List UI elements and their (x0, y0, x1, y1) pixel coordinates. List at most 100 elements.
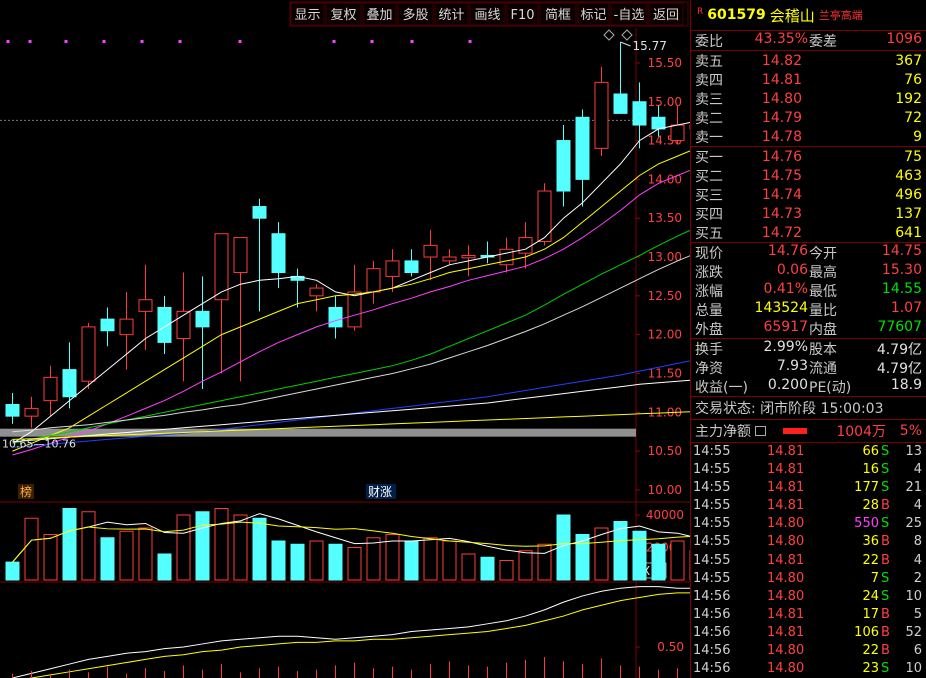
volume-bar[interactable] (309, 540, 324, 581)
volume-bar[interactable] (157, 553, 172, 581)
volume-bar[interactable] (43, 534, 58, 581)
candle-body[interactable] (157, 306, 172, 343)
volume-bar[interactable] (461, 553, 476, 581)
candle-body[interactable] (252, 206, 267, 219)
candle-body[interactable] (556, 140, 571, 192)
candle-body[interactable] (404, 260, 419, 274)
candle-body[interactable] (537, 190, 552, 242)
toolbar-button-label[interactable]: 返回 (653, 8, 679, 23)
event-label-rank[interactable]: 榜 (20, 484, 32, 499)
volume-bar[interactable] (423, 537, 438, 581)
candle-body[interactable] (81, 326, 96, 382)
volume-bar[interactable] (271, 540, 286, 581)
bids-level[interactable]: 买二 14.75 463 (691, 166, 926, 185)
volume-bar[interactable] (214, 508, 229, 581)
candle-body[interactable] (423, 244, 438, 258)
toolbar-button-label[interactable]: F10 (510, 8, 534, 23)
tick-row[interactable]: 14:55 14.80 7 S 2 (691, 570, 926, 588)
volume-bar[interactable] (176, 514, 191, 581)
candle-body[interactable] (271, 233, 286, 274)
list-icon[interactable] (755, 426, 766, 436)
volume-bar[interactable] (518, 550, 533, 581)
candle-body[interactable] (461, 254, 476, 259)
volume-bar[interactable] (100, 537, 115, 581)
candle-body[interactable] (651, 116, 666, 130)
candle-body[interactable] (366, 268, 381, 293)
event-label-finance[interactable]: 财涨 (368, 484, 392, 499)
candle-body[interactable] (195, 310, 210, 328)
stock-code[interactable]: 601579 (707, 7, 765, 23)
bids-level[interactable]: 买三 14.74 496 (691, 185, 926, 204)
volume-bar[interactable] (366, 537, 381, 581)
volume-bar[interactable] (442, 540, 457, 581)
toolbar-button-label[interactable]: 简框 (545, 7, 571, 23)
kline-chart-area[interactable]: 显示 复权 叠加 多股 统计 画线 F10 简框 标记 -自选 返回 15.50 15.00 14.50 1… (0, 0, 690, 678)
tick-list[interactable]: 14:55 14.81 66 S 13 14:55 14.81 16 S 4 14:55 14.81 1… (691, 443, 926, 678)
toolbar-button-label[interactable]: 多股 (402, 7, 428, 23)
candle-body[interactable] (632, 101, 647, 126)
volume-bar[interactable] (651, 543, 666, 581)
tick-row[interactable]: 14:56 14.80 24 S 10 (691, 588, 926, 606)
tick-row[interactable]: 14:56 14.81 17 B 5 (691, 606, 926, 624)
candle-body[interactable] (119, 318, 134, 336)
volume-bar[interactable] (404, 540, 419, 581)
candle-body[interactable] (43, 376, 58, 402)
toolbar-button-label[interactable]: 画线 (474, 8, 500, 23)
volume-bar[interactable] (195, 511, 210, 581)
asks-level[interactable]: 卖五 14.82 367 (691, 51, 926, 70)
toolbar-button-label[interactable]: 复权 (330, 7, 356, 23)
asks-level[interactable]: 卖二 14.79 72 (691, 108, 926, 127)
kline-svg[interactable]: 显示 复权 叠加 多股 统计 画线 F10 简框 标记 -自选 返回15.5015.0014.501… (0, 0, 690, 678)
tick-row[interactable]: 14:55 14.81 22 B 4 (691, 552, 926, 570)
scroll-diamond-icon[interactable] (603, 29, 615, 41)
volume-bar[interactable] (119, 530, 134, 581)
toolbar-button-label[interactable]: 统计 (438, 8, 464, 23)
tick-row[interactable]: 14:55 14.81 16 S 4 (691, 461, 926, 479)
tick-row[interactable]: 14:56 14.81 106 B 52 (691, 624, 926, 642)
candle-body[interactable] (5, 404, 20, 417)
volume-bar[interactable] (499, 560, 514, 581)
candle-body[interactable] (138, 299, 153, 312)
volume-bar[interactable] (62, 508, 77, 581)
toolbar-button-label[interactable]: 叠加 (366, 8, 392, 23)
candle-body[interactable] (328, 306, 343, 328)
asks-level[interactable]: 卖一 14.78 9 (691, 127, 926, 146)
tick-row[interactable]: 14:56 14.80 23 S 10 (691, 660, 926, 678)
scroll-diamond-icon[interactable] (621, 29, 633, 41)
tick-row[interactable]: 14:55 14.80 550 S 25 (691, 515, 926, 533)
volume-bar[interactable] (480, 556, 495, 581)
tick-row[interactable]: 14:56 14.80 22 B 6 (691, 642, 926, 660)
candle-body[interactable] (385, 260, 400, 277)
bids-level[interactable]: 买五 14.72 641 (691, 223, 926, 242)
volume-bar[interactable] (632, 530, 647, 581)
asks-level[interactable]: 卖四 14.81 76 (691, 70, 926, 89)
volume-bar[interactable] (5, 561, 20, 581)
stock-name[interactable]: 会稽山 (770, 5, 815, 26)
tick-row[interactable]: 14:55 14.81 177 S 21 (691, 479, 926, 497)
candle-body[interactable] (575, 116, 590, 180)
bids-level[interactable]: 买一 14.76 75 (691, 147, 926, 166)
volume-bar[interactable] (328, 543, 343, 581)
toolbar-button-label[interactable]: 显示 (294, 8, 320, 23)
volume-bar[interactable] (537, 543, 552, 581)
bids-level[interactable]: 买四 14.73 137 (691, 204, 926, 223)
candle-body[interactable] (309, 287, 324, 297)
volume-bar[interactable] (81, 511, 96, 581)
toolbar-button-label[interactable]: -自选 (614, 8, 645, 23)
candle-body[interactable] (613, 93, 628, 114)
candle-body[interactable] (62, 369, 77, 398)
volume-bar[interactable] (24, 517, 39, 581)
candle-body[interactable] (518, 237, 533, 254)
volume-bar[interactable] (233, 514, 248, 581)
asks-level[interactable]: 卖三 14.80 192 (691, 89, 926, 108)
toolbar-button-label[interactable]: 标记 (580, 8, 606, 23)
candle-body[interactable] (24, 407, 39, 417)
candle-body[interactable] (670, 124, 685, 142)
volume-bar[interactable] (347, 547, 362, 581)
candle-body[interactable] (347, 291, 362, 328)
volume-bar[interactable] (670, 540, 685, 581)
volume-bar[interactable] (138, 527, 153, 581)
candle-body[interactable] (594, 81, 609, 149)
candle-body[interactable] (233, 237, 248, 274)
volume-bar[interactable] (290, 543, 305, 581)
